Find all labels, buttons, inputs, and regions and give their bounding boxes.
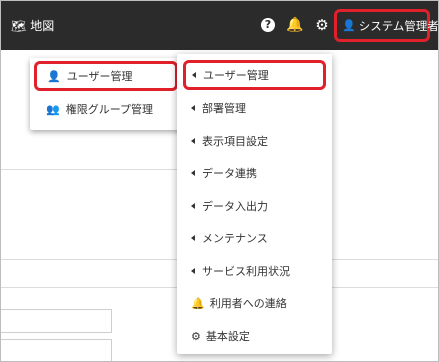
menu-item-department-management[interactable]: 部署管理: [183, 93, 326, 123]
menu-item-label: 部署管理: [202, 102, 246, 115]
bg-divider: [1, 169, 177, 170]
admin-dropdown-menu: ユーザー管理 部署管理 表示項目設定 データ連携 データ入出力 メンテナンス サ…: [177, 54, 332, 354]
menu-item-label: メンテナンス: [202, 232, 268, 245]
menu-item-label: サービス利用状況: [202, 265, 290, 278]
menu-item-user-notice[interactable]: 🔔 利用者への連絡: [183, 288, 326, 318]
bg-input-field[interactable]: [1, 309, 112, 333]
submenu-item-label: ユーザー管理: [66, 70, 133, 83]
menu-item-maintenance[interactable]: メンテナンス: [183, 223, 326, 253]
users-group-icon: 👥: [46, 102, 60, 116]
caret-left-icon: [191, 203, 195, 209]
menu-item-label: ユーザー管理: [203, 69, 269, 82]
caret-left-icon: [192, 72, 196, 78]
submenu-item-user-management[interactable]: 👤 ユーザー管理: [34, 61, 178, 91]
bg-input-field[interactable]: [1, 339, 112, 361]
menu-item-service-usage[interactable]: サービス利用状況: [183, 256, 326, 286]
bell-icon: 🔔: [191, 296, 205, 310]
help-icon[interactable]: ?: [261, 18, 275, 32]
map-link[interactable]: 🗺 地図: [11, 17, 54, 34]
top-bar: 🗺 地図 ? 🔔 ⚙ 👤 システム管理者: [1, 1, 438, 50]
caret-left-icon: [191, 170, 195, 176]
user-icon: 👤: [342, 19, 356, 32]
map-icon: 🗺: [11, 18, 27, 33]
menu-item-label: 基本設定: [205, 330, 250, 343]
caret-left-icon: [191, 105, 195, 111]
menu-item-user-management[interactable]: ユーザー管理: [183, 60, 326, 90]
menu-item-label: 表示項目設定: [202, 135, 268, 148]
menu-item-label: データ連携: [202, 167, 257, 180]
caret-left-icon: [191, 138, 195, 144]
app-window: 🗺 地図 ? 🔔 ⚙ 👤 システム管理者 👤 ユーザー管理 👥 権限グループ管理…: [0, 0, 439, 362]
menu-item-label: 利用者への連絡: [209, 297, 287, 310]
map-label: 地図: [30, 19, 55, 33]
menu-item-label: データ入出力: [202, 200, 268, 213]
submenu-item-label: 権限グループ管理: [65, 103, 154, 116]
menu-item-basic-settings[interactable]: ⚙ 基本設定: [183, 321, 326, 351]
notification-bell-icon[interactable]: 🔔: [286, 16, 304, 34]
user-menu-button[interactable]: 👤 システム管理者: [334, 9, 438, 42]
caret-left-icon: [191, 268, 195, 274]
caret-left-icon: [191, 235, 195, 241]
gear-icon: ⚙: [191, 329, 201, 343]
menu-item-data-import-export[interactable]: データ入出力: [183, 191, 326, 221]
menu-item-data-integration[interactable]: データ連携: [183, 158, 326, 188]
user-icon: 👤: [47, 69, 61, 83]
settings-gear-icon[interactable]: ⚙: [313, 16, 331, 34]
user-name: システム管理者: [358, 18, 439, 33]
submenu-item-permission-groups[interactable]: 👥 権限グループ管理: [34, 94, 178, 124]
user-management-submenu: 👤 ユーザー管理 👥 権限グループ管理: [30, 58, 182, 130]
menu-item-display-settings[interactable]: 表示項目設定: [183, 126, 326, 156]
